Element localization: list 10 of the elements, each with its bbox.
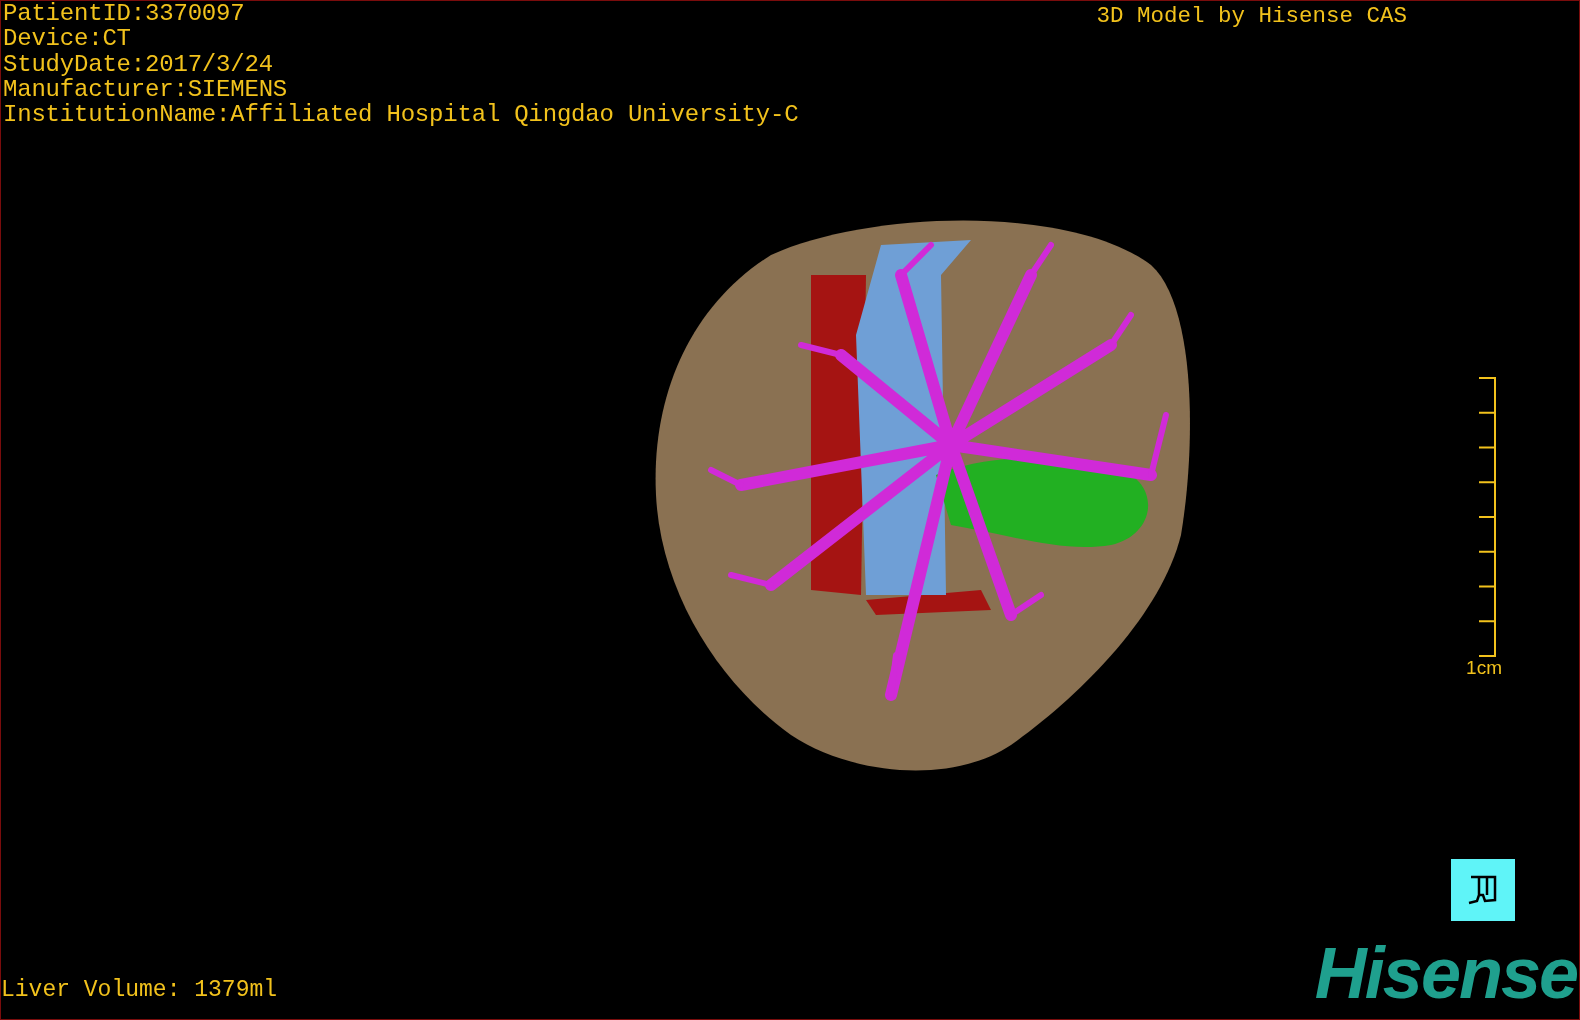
brand-logo: Hisense	[1314, 939, 1577, 1007]
study-info-text: StudyDate:2017/3/24	[3, 51, 274, 77]
study-info-text: Manufacturer:SIEMENS	[3, 76, 289, 103]
scale-label: 1cm	[1466, 657, 1502, 680]
study-info-text: PatientID:3370097	[3, 1, 246, 27]
study-info-text: Device:CT	[3, 26, 132, 52]
viewer-title: 3D Model by Hisense CAS	[1096, 2, 1408, 31]
liver-volume-text: Liver Volume: 1379ml	[1, 976, 278, 1005]
orientation-button[interactable]	[1451, 859, 1515, 921]
study-info-text: InstitutionName:Affiliated Hospital Qingdao University-C	[3, 102, 799, 128]
